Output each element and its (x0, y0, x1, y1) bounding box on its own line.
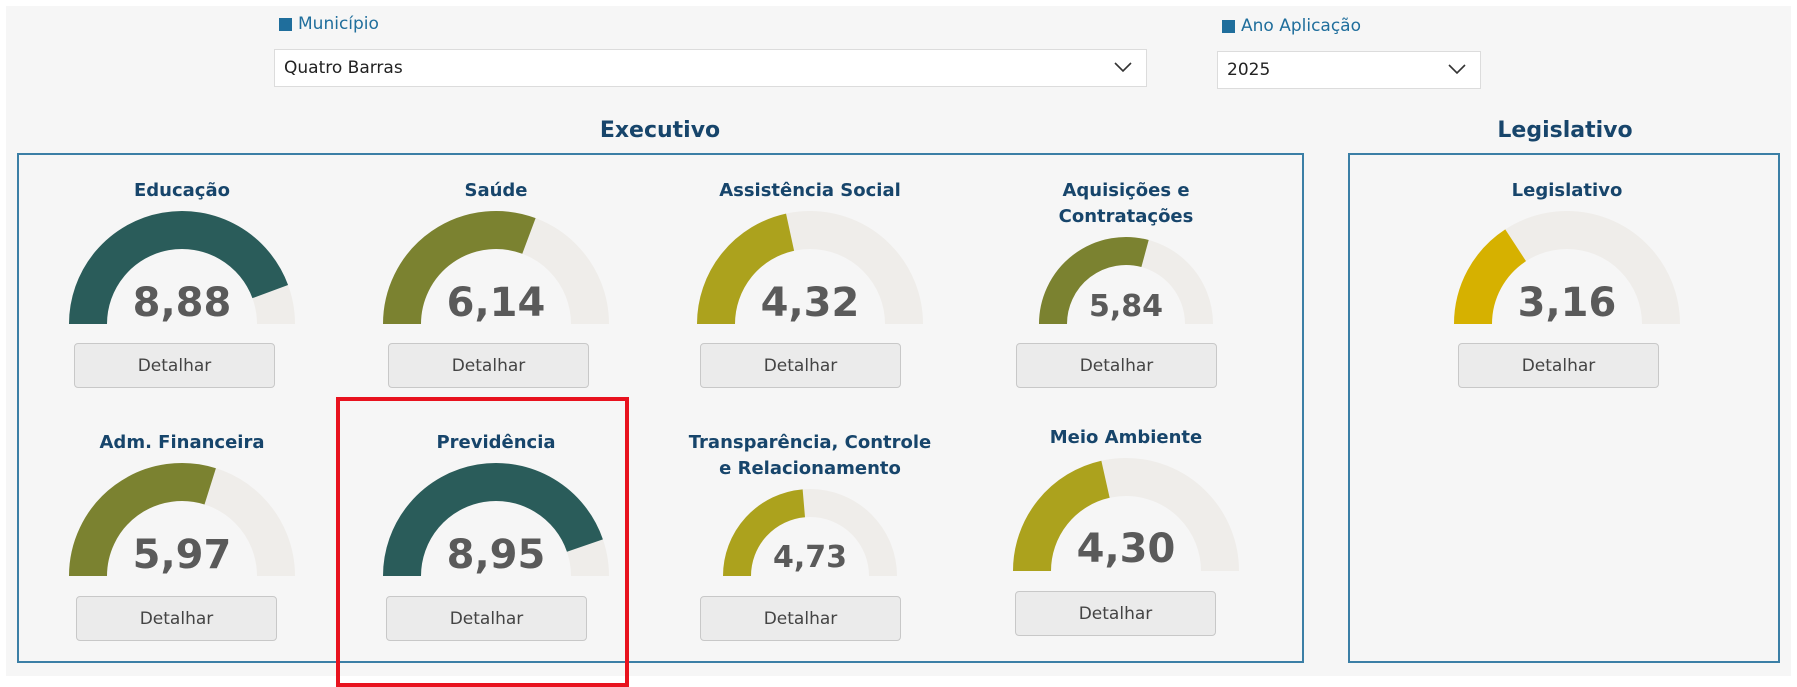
municipio-label-text: Município (298, 14, 379, 34)
detalhar-button[interactable]: Detalhar (700, 343, 901, 388)
ano-label-text: Ano Aplicação (1241, 16, 1362, 36)
gauge-title: Legislativo (1511, 180, 1623, 201)
gauge-title: Aquisições e Contratações (1058, 180, 1194, 227)
gauge-value: 4,32 (760, 280, 860, 326)
detalhar-button[interactable]: Detalhar (700, 596, 901, 641)
municipio-select[interactable]: Quatro Barras (274, 49, 1147, 87)
gauge-title: Transparência, Controle e Relacionamento (688, 432, 932, 479)
gauge-value: 3,16 (1517, 280, 1617, 326)
previdencia-highlight (336, 397, 629, 687)
municipio-select-value: Quatro Barras (284, 58, 403, 78)
gauge-value: 8,88 (132, 280, 232, 326)
detalhar-button[interactable]: Detalhar (1458, 343, 1659, 388)
detalhar-button[interactable]: Detalhar (76, 596, 277, 641)
municipio-label: Município (279, 14, 379, 34)
ano-square-icon (1222, 19, 1235, 33)
gauge-value: 4,73 (772, 540, 848, 575)
detalhar-button[interactable]: Detalhar (74, 343, 275, 388)
municipio-square-icon (279, 17, 292, 31)
gauge-title: Educação (134, 180, 230, 201)
detalhar-button[interactable]: Detalhar (1015, 591, 1216, 636)
gauge-title: Adm. Financeira (99, 432, 265, 453)
gauge-title: Saúde (464, 180, 528, 201)
gauge-value: 6,14 (446, 280, 546, 326)
chevron-down-icon[interactable] (1114, 60, 1132, 74)
detalhar-button[interactable]: Detalhar (388, 343, 589, 388)
ano-select[interactable]: 2025 (1217, 51, 1481, 89)
gauge-value: 5,84 (1088, 289, 1164, 324)
chevron-down-icon[interactable] (1448, 62, 1466, 76)
dashboard-canvas: Município Quatro Barras Ano Aplicação 20… (0, 0, 1797, 687)
detalhar-button[interactable]: Detalhar (1016, 343, 1217, 388)
gauge-title: Assistência Social (719, 180, 901, 201)
gauge-value: 5,97 (132, 532, 232, 578)
legislativo-title: Legislativo (1497, 118, 1633, 143)
ano-label: Ano Aplicação (1222, 16, 1361, 36)
executivo-title: Executivo (599, 118, 721, 143)
gauge-value: 4,30 (1076, 526, 1176, 572)
gauge-title: Meio Ambiente (1049, 427, 1203, 448)
ano-select-value: 2025 (1227, 60, 1271, 80)
